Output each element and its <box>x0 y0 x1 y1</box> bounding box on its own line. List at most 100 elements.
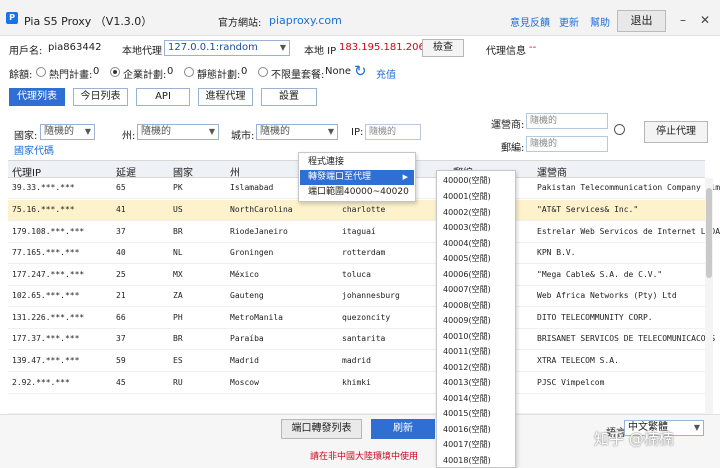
cell-isp: KPN B.V. <box>537 248 576 257</box>
port-item[interactable]: 40010(空閒) <box>443 331 491 342</box>
balance-label: 餘額: <box>9 70 33 81</box>
warning-text: 請在非中國大陸環境中使用 <box>310 452 419 462</box>
port-item[interactable]: 40016(空閒) <box>443 424 491 435</box>
radio-hot-plan[interactable] <box>36 67 46 77</box>
cell-country: PK <box>173 183 183 192</box>
menu-item-program-connect[interactable]: 程式連接 <box>300 155 414 170</box>
port-item[interactable]: 40011(空閒) <box>443 346 491 357</box>
port-item[interactable]: 40003(空閒) <box>443 222 491 233</box>
enterprise-plan-value: 0 <box>167 66 174 77</box>
cell-city: quezoncity <box>342 313 391 322</box>
logout-button[interactable]: 退出 <box>617 10 666 32</box>
port-item[interactable]: 40018(空閒) <box>443 455 491 466</box>
header-proxy-ip[interactable]: 代理IP <box>12 164 41 179</box>
recharge-link[interactable]: 充值 <box>376 66 396 81</box>
country-select[interactable]: 隨機的 ▼ <box>40 124 95 140</box>
site-link[interactable]: piaproxy.com <box>269 14 342 27</box>
state-select[interactable]: 隨機的 ▼ <box>137 124 219 140</box>
port-item[interactable]: 40007(空閒) <box>443 284 491 295</box>
port-item[interactable]: 40015(空閒) <box>443 408 491 419</box>
port-item[interactable]: 40012(空閒) <box>443 362 491 373</box>
cell-state: Moscow <box>230 378 259 387</box>
close-icon[interactable]: ✕ <box>700 13 710 27</box>
help-link[interactable]: 幫助 <box>590 14 610 29</box>
port-item[interactable]: 40009(空閒) <box>443 315 491 326</box>
cell-country: ZA <box>173 291 183 300</box>
app-logo-icon: P <box>6 12 18 24</box>
table-row-selected[interactable]: 75.16.***.*** 41 US NorthCarolina charlo… <box>8 200 705 221</box>
isp-input[interactable]: 隨機的 <box>526 113 608 129</box>
tab-proxy-list[interactable]: 代理列表 <box>9 88 65 106</box>
port-item[interactable]: 40014(空閒) <box>443 393 491 404</box>
tab-settings[interactable]: 設置 <box>261 88 317 106</box>
refresh-icon[interactable]: ↻ <box>354 62 367 80</box>
state-value: 隨機的 <box>141 126 171 137</box>
country-code-link[interactable]: 國家代碼 <box>14 142 54 157</box>
tab-today-list[interactable]: 今日列表 <box>73 88 128 106</box>
hot-plan-label: 熱門計畫: <box>49 70 93 81</box>
port-item[interactable]: 40013(空閒) <box>443 377 491 388</box>
proxy-info-value: -- <box>529 42 537 53</box>
search-icon[interactable] <box>614 124 625 135</box>
table-row[interactable]: 177.37.***.*** 37 BR Paraíba santarita B… <box>8 329 715 350</box>
header-state[interactable]: 州 <box>230 164 240 179</box>
watermark-text: 知乎 @楠楠 <box>594 430 674 448</box>
port-item[interactable]: 40001(空閒) <box>443 191 491 202</box>
table-row[interactable]: 77.165.***.*** 40 NL Groningen rotterdam… <box>8 243 705 264</box>
check-button[interactable]: 檢查 <box>422 39 464 57</box>
update-link[interactable]: 更新 <box>559 14 579 29</box>
enterprise-plan-label: 企業計劃: <box>123 70 167 81</box>
table-row[interactable]: 131.226.***.*** 66 PH MetroManila quezon… <box>8 308 705 329</box>
chevron-down-icon: ▼ <box>693 423 700 432</box>
radio-static-plan[interactable] <box>184 67 194 77</box>
port-forward-list-button[interactable]: 端口轉發列表 <box>281 419 362 439</box>
stop-proxy-button[interactable]: 停止代理 <box>644 121 708 143</box>
scrollbar-thumb[interactable] <box>706 188 712 278</box>
local-proxy-label: 本地代理 <box>122 46 162 57</box>
cell-city: madrid <box>342 356 371 365</box>
table-row[interactable]: 102.65.***.*** 21 ZA Gauteng johannesbur… <box>8 286 705 307</box>
table-row[interactable]: 2.92.***.*** 45 RU Moscow khimki PJSC Vi… <box>8 373 705 394</box>
table-row[interactable]: 177.247.***.*** 25 MX México toluca "Meg… <box>8 265 705 286</box>
header-country[interactable]: 國家 <box>173 164 193 179</box>
cell-isp: XTRA TELECOM S.A. <box>537 356 619 365</box>
cell-state: Gauteng <box>230 291 264 300</box>
feedback-link[interactable]: 意見反饋 <box>510 14 550 29</box>
cell-isp: "AT&T Services& Inc." <box>537 205 639 214</box>
table-row[interactable]: 139.47.***.*** 59 ES Madrid madrid XTRA … <box>8 351 705 372</box>
hot-plan-value: 0 <box>93 66 100 77</box>
table-row[interactable]: 179.108.***.*** 37 BR RiodeJaneiro itagu… <box>8 222 720 243</box>
header-latency[interactable]: 延遲 <box>116 164 136 179</box>
header-isp[interactable]: 運營商 <box>537 164 567 179</box>
port-item[interactable]: 40004(空閒) <box>443 238 491 249</box>
radio-unlimited-plan[interactable] <box>258 67 268 77</box>
unlimited-plan-label: 不限量套餐: <box>271 70 325 81</box>
port-item[interactable]: 40002(空閒) <box>443 207 491 218</box>
port-item[interactable]: 40005(空閒) <box>443 253 491 264</box>
minimize-icon[interactable]: – <box>680 13 686 27</box>
tab-process-proxy[interactable]: 進程代理 <box>198 88 253 106</box>
port-item[interactable]: 40008(空閒) <box>443 300 491 311</box>
cell-isp: "Mega Cable& S.A. de C.V." <box>537 270 663 279</box>
radio-enterprise-plan[interactable] <box>110 67 120 77</box>
ip-input[interactable]: 隨機的 <box>365 124 421 140</box>
menu-item-forward-port[interactable]: 轉發端口至代理 ▶ <box>300 170 414 185</box>
cell-ip: 139.47.***.*** <box>12 356 80 365</box>
port-item[interactable]: 40000(空閒) <box>443 175 491 186</box>
port-item[interactable]: 40017(空閒) <box>443 439 491 450</box>
zip-input[interactable]: 隨機的 <box>526 136 608 152</box>
proxy-info-label: 代理信息 <box>486 46 526 57</box>
city-label: 城市: <box>231 131 255 142</box>
cell-state: MetroManila <box>230 313 283 322</box>
cell-latency: 37 <box>116 227 126 236</box>
cell-ip: 77.165.***.*** <box>12 248 80 257</box>
port-item[interactable]: 40006(空閒) <box>443 269 491 280</box>
cell-country: RU <box>173 378 183 387</box>
city-select[interactable]: 隨機的 ▼ <box>256 124 338 140</box>
tab-api[interactable]: API <box>136 88 190 106</box>
cell-city: rotterdam <box>342 248 386 257</box>
refresh-button[interactable]: 刷新 <box>371 419 435 439</box>
local-proxy-select[interactable]: 127.0.0.1:random ▼ <box>164 40 290 56</box>
table-row-partial[interactable] <box>8 394 705 414</box>
cell-country: BR <box>173 227 183 236</box>
